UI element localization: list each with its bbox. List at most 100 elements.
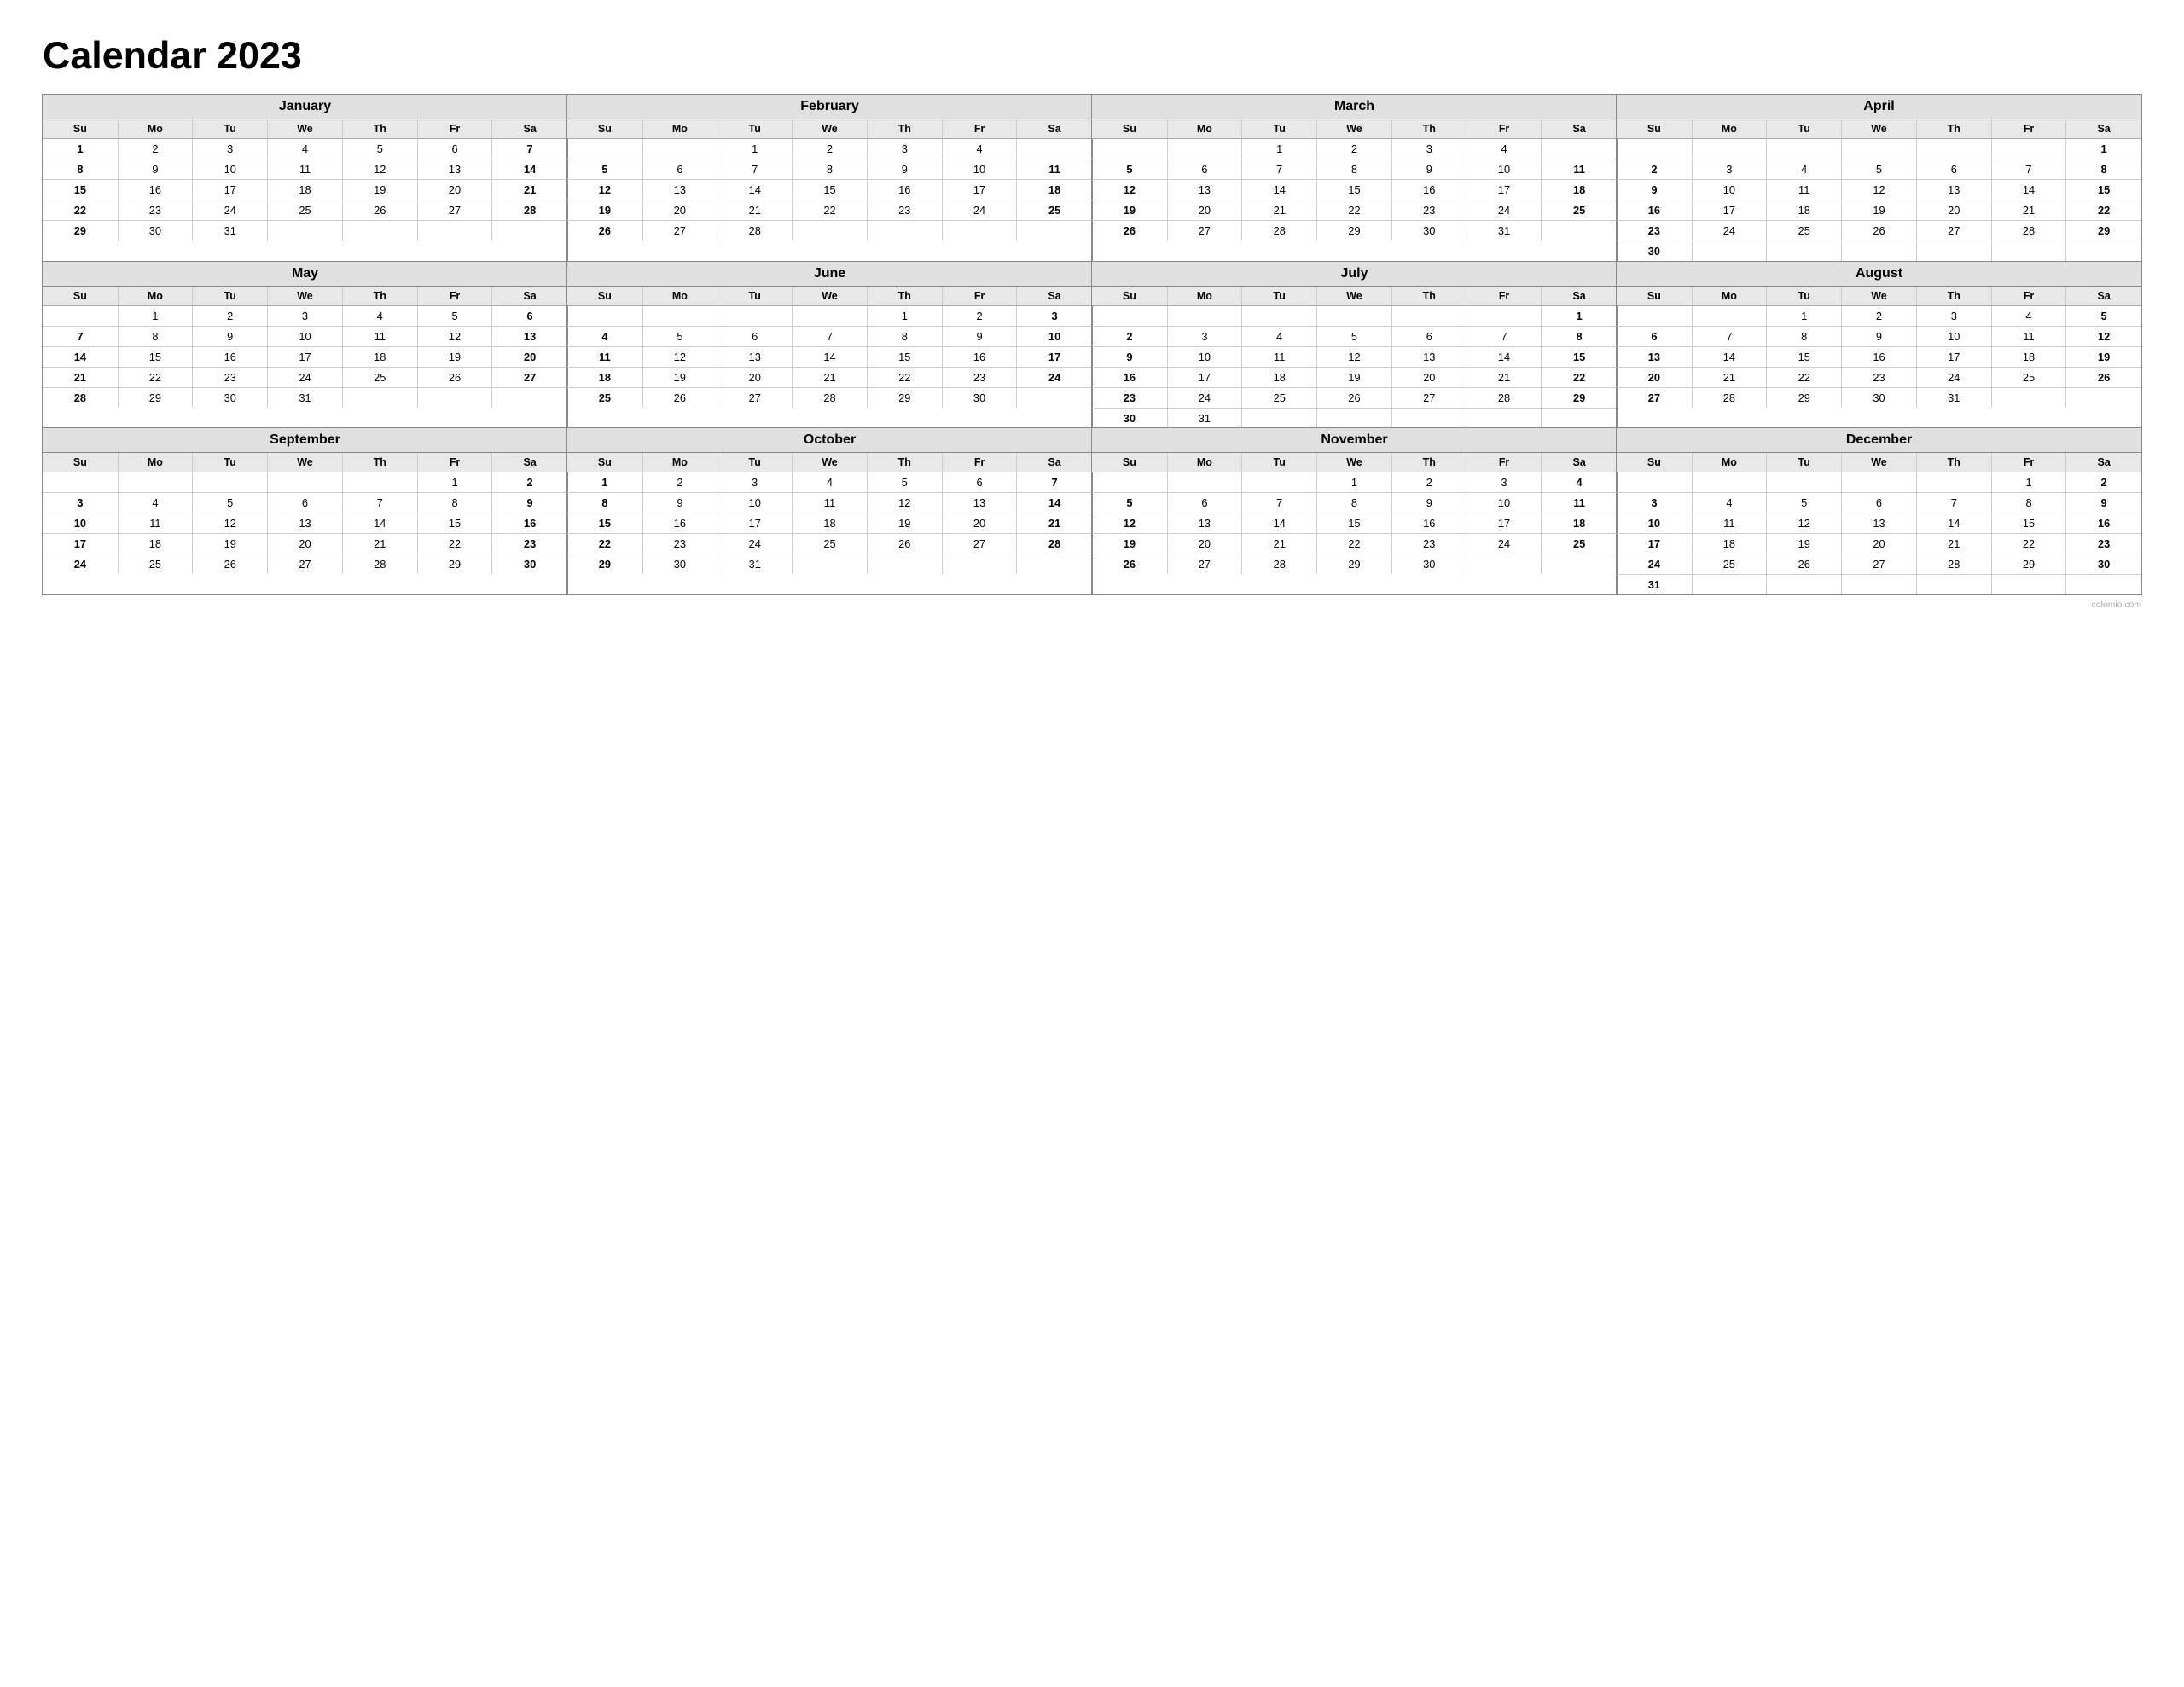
day-header-fr: Fr [1991,453,2066,472]
day-cell [2066,575,2141,595]
day-header-tu: Tu [717,119,793,139]
day-cell: 31 [1167,408,1242,428]
day-cell [1242,305,1317,326]
day-header-su: Su [567,287,642,306]
day-cell: 20 [1391,367,1467,387]
day-header-mo: Mo [642,119,717,139]
day-header-su: Su [1092,119,1167,139]
day-cell: 16 [1092,367,1167,387]
day-cell: 4 [567,326,642,346]
day-cell: 22 [417,534,492,554]
day-cell: 29 [417,554,492,575]
month-march: MarchSuMoTuWeThFrSa123456789101112131415… [1091,94,1618,262]
day-cell [1991,575,2066,595]
day-cell: 24 [43,554,118,575]
day-header-mo: Mo [1167,119,1242,139]
day-cell: 22 [1542,367,1617,387]
day-cell [1542,554,1617,575]
day-header-th: Th [1916,119,1991,139]
week-row: 16171819202122 [1617,200,2141,221]
day-cell: 20 [717,367,793,387]
day-cell: 1 [1242,139,1317,159]
day-header-fr: Fr [417,119,492,139]
day-cell: 30 [492,554,567,575]
day-cell [1692,241,1767,262]
day-cell: 24 [1167,387,1242,408]
day-cell: 29 [1991,554,2066,575]
day-cell: 12 [342,159,417,180]
day-cell: 7 [1991,159,2066,180]
day-cell: 13 [268,513,343,534]
day-cell: 19 [1092,534,1167,554]
day-cell: 1 [1991,472,2066,493]
day-cell: 30 [942,387,1017,408]
day-cell: 20 [268,534,343,554]
day-cell: 15 [1542,346,1617,367]
day-cell: 17 [1467,513,1542,534]
day-cell [43,472,118,493]
day-cell [942,221,1017,241]
day-cell: 6 [1167,493,1242,513]
day-cell: 17 [268,346,343,367]
day-cell: 1 [43,139,118,159]
day-cell: 31 [1617,575,1692,595]
day-cell [1767,472,1842,493]
day-cell: 4 [1467,139,1542,159]
day-cell: 17 [1617,534,1692,554]
week-row: 18192021222324 [567,367,1092,387]
day-cell: 10 [1467,159,1542,180]
day-cell [1317,305,1392,326]
day-cell [1542,408,1617,428]
day-cell: 20 [1167,200,1242,221]
day-header-tu: Tu [1767,287,1842,306]
day-cell [567,305,642,326]
day-cell: 25 [1542,534,1617,554]
week-row: 891011121314 [43,159,567,180]
day-cell: 12 [867,493,942,513]
day-header-su: Su [567,453,642,472]
week-row: 1234 [1092,472,1617,493]
day-cell: 17 [43,534,118,554]
day-cell: 29 [567,554,642,575]
day-cell: 27 [1842,554,1917,575]
day-cell: 18 [118,534,193,554]
day-cell: 3 [268,305,343,326]
month-table: SuMoTuWeThFrSa12345678910111213141516171… [1092,287,1617,428]
day-cell: 16 [1617,200,1692,221]
day-cell: 5 [1842,159,1917,180]
day-cell: 14 [1017,493,1092,513]
day-cell: 11 [1542,493,1617,513]
day-cell: 9 [1842,326,1917,346]
day-cell [1017,221,1092,241]
day-cell: 6 [1617,326,1692,346]
day-cell: 26 [1092,554,1167,575]
day-cell: 9 [2066,493,2141,513]
day-header-su: Su [1617,287,1692,306]
month-table: SuMoTuWeThFrSa12345678910111213141516171… [1092,453,1617,574]
day-cell: 14 [1991,180,2066,200]
day-header-tu: Tu [193,453,268,472]
day-cell: 4 [793,472,868,493]
day-cell: 6 [942,472,1017,493]
day-cell: 14 [717,180,793,200]
day-cell: 29 [1317,221,1392,241]
day-cell: 23 [642,534,717,554]
day-cell [1467,554,1542,575]
week-row: 14151617181920 [43,346,567,367]
day-cell: 12 [1317,346,1392,367]
week-row: 293031 [43,221,567,241]
day-header-we: We [268,453,343,472]
week-row: 2627282930 [1092,554,1617,575]
day-cell: 25 [118,554,193,575]
day-cell [1017,554,1092,575]
day-cell [1167,305,1242,326]
week-row: 262728 [567,221,1092,241]
day-cell: 14 [1467,346,1542,367]
day-cell: 6 [717,326,793,346]
day-cell: 26 [642,387,717,408]
day-cell [1842,241,1917,262]
day-cell [1842,575,1917,595]
week-row: 13141516171819 [1617,346,2141,367]
day-cell [1317,408,1392,428]
month-table: SuMoTuWeThFrSa12345678910111213141516171… [567,119,1092,241]
